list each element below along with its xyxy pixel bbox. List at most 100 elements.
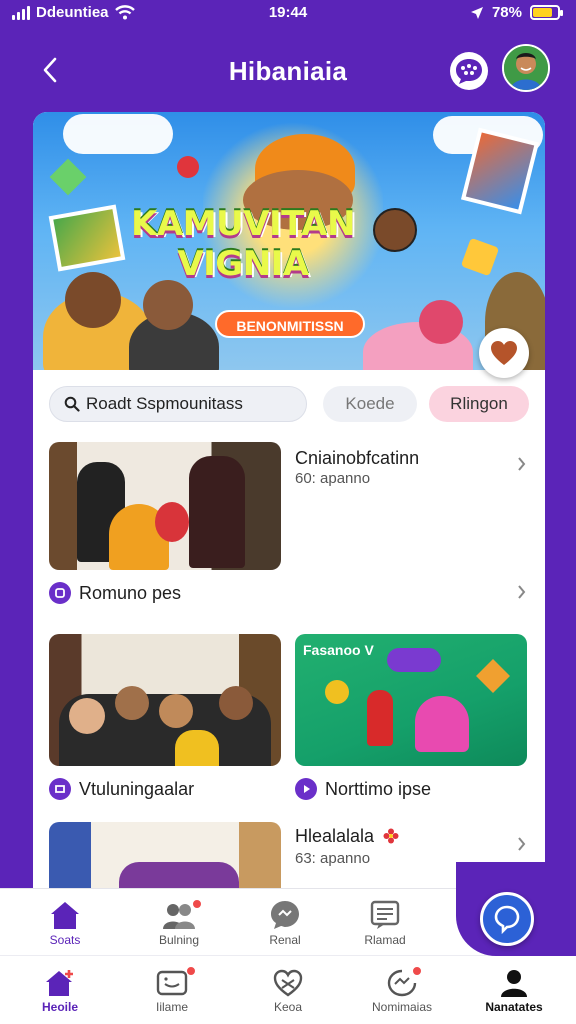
list-item-tag-label: Norttimo ipse [325,778,432,799]
list-item-subtitle: 60: apanno [295,470,371,487]
tab-label: Iilame [155,1000,188,1014]
battery-level [533,8,552,17]
battery-percent: 78% [491,4,522,21]
filter-chip[interactable]: Koede [323,386,417,422]
list-item-thumbnail[interactable]: Fasanoo V [295,634,527,766]
notification-badge [412,966,422,976]
chevron-right-icon [517,585,525,599]
list-item-title: Hlealalala [295,826,399,847]
speech-bubble-icon [494,905,520,934]
profile-avatar[interactable] [502,44,550,92]
document-icon [340,897,430,933]
banner-title: KAMUVITAN VIGNIA [93,204,393,284]
search-row: Roadt Sspmounitass Koede Rlingon [49,386,529,422]
decoration [177,156,199,178]
person-face [143,280,193,330]
banner-action-button[interactable] [479,328,529,378]
list-item-title-text: Hlealalala [295,826,375,846]
list-item-tag[interactable]: Vtuluningaalar [49,778,194,800]
child-figure [415,696,469,752]
person-face [219,686,253,720]
profile-icon [464,966,564,1000]
tab-favorites[interactable]: Keoa [238,966,338,1014]
filter-chip-active[interactable]: Rlingon [429,386,529,422]
home-icon [20,897,110,933]
list-item-tag[interactable]: Norttimo ipse [295,778,431,800]
heart-icon [238,966,338,1000]
tab-label: Nanatates [485,1000,543,1014]
search-input[interactable]: Roadt Sspmounitass [49,386,307,422]
status-bar: Ddeuntiea 19:44 78% [0,0,576,28]
banner-title-line1: KAMUVITAN [131,204,355,244]
subnav-item-home[interactable]: Soats [20,897,110,947]
list-item-tag[interactable]: Romuno pes [49,582,181,604]
child-figure [155,502,189,542]
decoration [49,158,87,196]
flower-icon [383,828,399,844]
tab-label: Keoa [273,1000,303,1014]
person-face [419,300,463,344]
main-card: KAMUVITAN VIGNIA BENONMITISSN Roadt Sspm… [33,112,545,912]
compose-fab-button[interactable] [480,892,534,946]
home-icon [10,966,110,1000]
tab-notifications[interactable]: Nomimaias [352,966,452,1014]
child-figure [175,730,219,766]
decoration [460,237,500,277]
subnav-item-group[interactable]: Bulning [134,897,224,947]
person-face [159,694,193,728]
list-item-subtitle: 63: apanno [295,850,371,867]
person-figure [189,456,245,568]
tab-home[interactable]: Heoile [10,966,110,1014]
tab-label: Heoile [41,1000,78,1014]
subnav-label: Soats [49,933,81,947]
chat-icon [240,897,330,933]
heart-icon [491,341,517,365]
list-item-thumbnail[interactable] [49,634,281,766]
notification-badge [186,966,196,976]
status-right: 78% [470,4,563,21]
cloud-decoration [63,114,173,154]
chevron-right-icon [517,457,525,471]
avatar-image [504,46,548,90]
notification-icon [352,966,452,1000]
chevron-right-button[interactable] [513,456,529,472]
message-icon [122,966,222,1000]
list-item-tag-label: Romuno pes [79,582,182,603]
search-value: Roadt Sspmounitass [86,394,243,413]
list-item-tag-label: Vtuluningaalar [79,778,195,799]
tab-label: Nomimaias [371,1000,432,1014]
thumbnail-badge [387,648,441,672]
tag-icon [295,778,317,800]
notification-badge [192,899,202,909]
decoration [325,680,349,704]
person-face [115,686,149,720]
app-header: Hibaniaia [0,40,576,100]
subnav-label: Renal [269,933,301,947]
search-icon [64,396,80,412]
list-item-title: Cniainobfcatinn [295,448,420,468]
battery-icon [530,5,563,20]
banner-pill: BENONMITISSN [215,310,365,338]
tag-icon [49,582,71,604]
bottom-tab-bar: Heoile Iilame Keoa Nomimaias Nanatates [0,956,576,1024]
hero-banner[interactable]: KAMUVITAN VIGNIA BENONMITISSN [33,112,545,370]
tab-messages[interactable]: Iilame [122,966,222,1014]
subnav-label: Bulning [158,933,200,947]
chevron-right-button[interactable] [513,584,529,600]
subnav-item-chat[interactable]: Renal [240,897,330,947]
tag-icon [49,778,71,800]
chevron-right-button[interactable] [513,836,529,852]
tab-profile[interactable]: Nanatates [464,966,564,1014]
thumbnail-caption: Fasanoo V [303,642,374,658]
subnav-item-document[interactable]: Rlamad [340,897,430,947]
person-face [65,272,121,328]
chat-button[interactable] [450,52,488,90]
location-icon [470,6,483,19]
list-item-thumbnail[interactable] [49,442,281,570]
child-figure [367,690,393,746]
group-icon [134,897,224,933]
chat-bubble-icon [456,59,482,84]
subnav-label: Rlamad [364,933,406,947]
decoration [476,659,510,693]
chevron-right-icon [517,837,525,851]
